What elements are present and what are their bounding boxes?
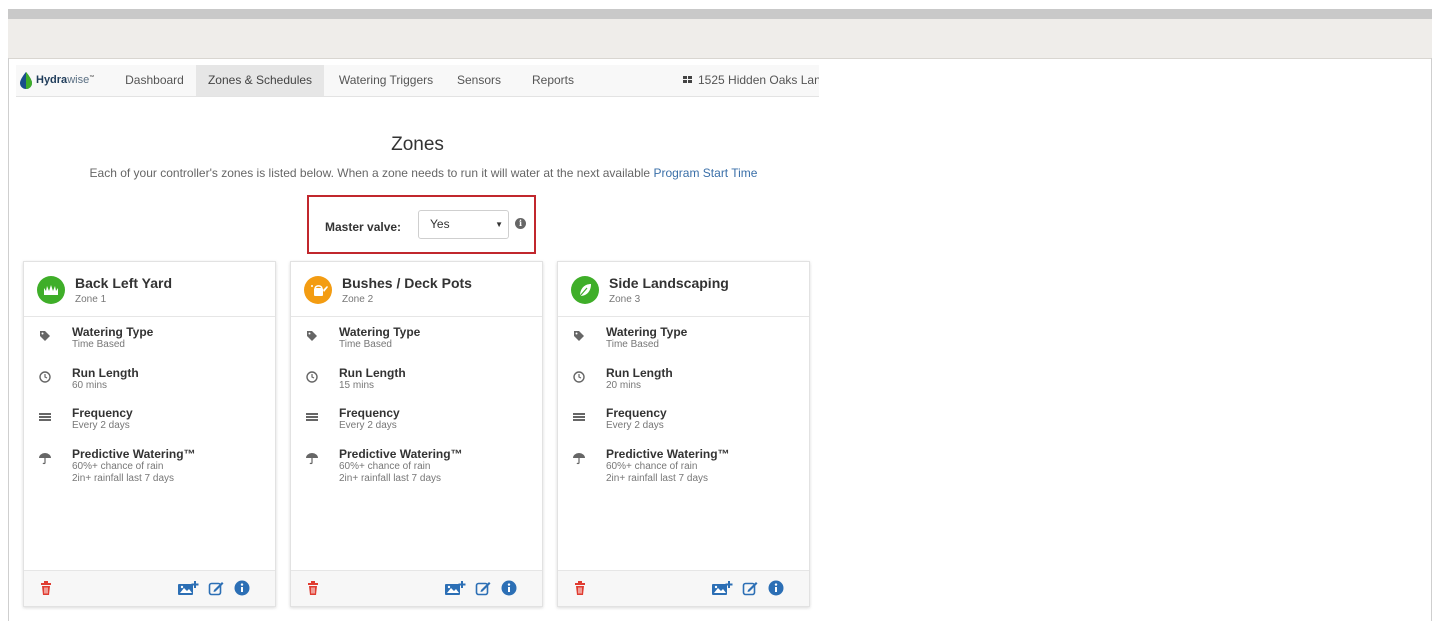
- predictive-watering-value: 2in+ rainfall last 7 days: [606, 473, 709, 484]
- browser-top-strip: [8, 9, 1432, 19]
- leaf-icon: [571, 276, 599, 304]
- master-valve-label: Master valve:: [325, 220, 402, 234]
- main-navbar: Hydrawise™ Dashboard Zones & Schedules W…: [16, 65, 819, 97]
- add-image-icon[interactable]: [444, 580, 466, 596]
- umbrella-icon: [572, 451, 586, 465]
- umbrella-icon: [305, 451, 319, 465]
- watering-type-value: Time Based: [606, 339, 659, 350]
- edit-icon[interactable]: [742, 580, 758, 596]
- add-image-icon[interactable]: [711, 580, 733, 596]
- nav-sensors[interactable]: Sensors: [448, 65, 510, 96]
- tag-icon: [38, 329, 52, 343]
- zone-card-header[interactable]: Back Left Yard Zone 1: [24, 262, 275, 317]
- nav-dashboard[interactable]: Dashboard: [112, 65, 197, 96]
- run-length-value: 60 mins: [72, 380, 108, 391]
- zone-name[interactable]: Side Landscaping: [609, 275, 729, 291]
- frequency-value: Every 2 days: [339, 420, 397, 431]
- master-valve-value: Yes: [430, 217, 450, 231]
- zone-name[interactable]: Bushes / Deck Pots: [342, 275, 472, 291]
- grass-icon: [37, 276, 65, 304]
- clock-icon: [38, 370, 52, 384]
- hydrawise-logo[interactable]: Hydrawise™: [18, 70, 94, 90]
- predictive-watering-value: 2in+ rainfall last 7 days: [72, 473, 175, 484]
- frame-border-left: [8, 58, 9, 621]
- clock-icon: [305, 370, 319, 384]
- page-subtitle: Each of your controller's zones is liste…: [16, 166, 831, 180]
- frame-border-right: [1431, 58, 1432, 621]
- clock-icon: [572, 370, 586, 384]
- add-image-icon[interactable]: [177, 580, 199, 596]
- predictive-watering-value: 60%+ chance of rain: [339, 461, 431, 472]
- master-valve-highlight: Master valve: Yes ▼ i: [307, 195, 536, 254]
- zone-card: Back Left Yard Zone 1 Watering Type Time Ba…: [23, 261, 276, 607]
- tag-icon: [572, 329, 586, 343]
- zone-number: Zone 2: [342, 294, 374, 305]
- master-valve-select[interactable]: Yes ▼: [418, 210, 509, 239]
- trash-icon[interactable]: [574, 580, 586, 596]
- watering-can-icon: [304, 276, 332, 304]
- trash-icon[interactable]: [40, 580, 52, 596]
- info-icon[interactable]: [768, 580, 784, 596]
- frequency-label: Frequency: [606, 406, 667, 420]
- watering-type-label: Watering Type: [606, 325, 688, 339]
- predictive-watering-value: 2in+ rainfall last 7 days: [339, 473, 442, 484]
- predictive-watering-label: Predictive Watering™: [606, 447, 730, 461]
- list-icon: [38, 410, 52, 424]
- list-icon: [305, 410, 319, 424]
- subtitle-text: Each of your controller's zones is liste…: [89, 166, 651, 180]
- brand-name: Hydrawise™: [36, 74, 95, 86]
- program-start-time-link[interactable]: Program Start Time: [653, 166, 757, 180]
- nav-zones-schedules[interactable]: Zones & Schedules: [196, 65, 324, 96]
- chevron-down-icon: ▼: [495, 220, 503, 229]
- frequency-label: Frequency: [72, 406, 133, 420]
- watering-type-value: Time Based: [72, 339, 125, 350]
- watering-type-label: Watering Type: [339, 325, 421, 339]
- info-icon[interactable]: i: [515, 218, 526, 229]
- predictive-watering-label: Predictive Watering™: [72, 447, 196, 461]
- controller-selector[interactable]: 1525 Hidden Oaks Lan: [683, 65, 819, 96]
- umbrella-icon: [38, 451, 52, 465]
- zone-card-footer: [558, 570, 809, 606]
- edit-icon[interactable]: [208, 580, 224, 596]
- frequency-value: Every 2 days: [72, 420, 130, 431]
- zone-card-header[interactable]: Side Landscaping Zone 3: [558, 262, 809, 317]
- predictive-watering-value: 60%+ chance of rain: [606, 461, 698, 472]
- page-title: Zones: [391, 134, 444, 155]
- run-length-value: 15 mins: [339, 380, 375, 391]
- info-icon[interactable]: [234, 580, 250, 596]
- run-length-label: Run Length: [339, 366, 406, 380]
- nav-watering-triggers[interactable]: Watering Triggers: [331, 65, 441, 96]
- edit-icon[interactable]: [475, 580, 491, 596]
- list-icon: [572, 410, 586, 424]
- controller-name: 1525 Hidden Oaks Lan: [698, 73, 819, 87]
- zone-number: Zone 1: [75, 294, 107, 305]
- watering-type-label: Watering Type: [72, 325, 154, 339]
- water-drop-icon: [20, 72, 32, 89]
- browser-chrome-bar: [8, 19, 1432, 59]
- zone-card: Bushes / Deck Pots Zone 2 Watering Type Tim…: [290, 261, 543, 607]
- nav-reports[interactable]: Reports: [520, 65, 586, 96]
- trash-icon[interactable]: [307, 580, 319, 596]
- zone-card-footer: [24, 570, 275, 606]
- info-icon[interactable]: [501, 580, 517, 596]
- zone-card-header[interactable]: Bushes / Deck Pots Zone 2: [291, 262, 542, 317]
- zone-number: Zone 3: [609, 294, 641, 305]
- zone-name[interactable]: Back Left Yard: [75, 275, 172, 291]
- run-length-label: Run Length: [606, 366, 673, 380]
- frequency-label: Frequency: [339, 406, 400, 420]
- tag-icon: [305, 329, 319, 343]
- frequency-value: Every 2 days: [606, 420, 664, 431]
- predictive-watering-value: 60%+ chance of rain: [72, 461, 164, 472]
- zone-card: Side Landscaping Zone 3 Watering Type Time …: [557, 261, 810, 607]
- zone-card-footer: [291, 570, 542, 606]
- run-length-value: 20 mins: [606, 380, 642, 391]
- run-length-label: Run Length: [72, 366, 139, 380]
- grid-icon: [683, 76, 693, 84]
- watering-type-value: Time Based: [339, 339, 392, 350]
- predictive-watering-label: Predictive Watering™: [339, 447, 463, 461]
